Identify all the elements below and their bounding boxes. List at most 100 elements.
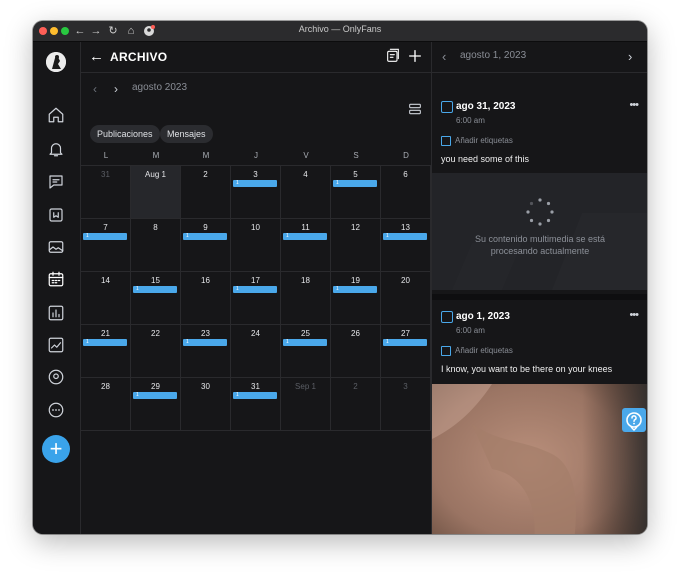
- calendar-day-cell[interactable]: 16: [181, 272, 231, 325]
- scheduled-post-bar[interactable]: 1: [283, 233, 327, 240]
- calendar-day-cell[interactable]: 13 1: [381, 219, 431, 272]
- back-arrow-icon[interactable]: ←: [89, 48, 104, 65]
- calendar-day-cell[interactable]: 31 1: [231, 378, 281, 431]
- scheduled-post-bar[interactable]: 1: [133, 286, 177, 293]
- filter-chip-messages[interactable]: Mensajes: [160, 125, 213, 143]
- scheduled-post-bar[interactable]: 1: [333, 180, 377, 187]
- day-number: 3: [253, 170, 258, 179]
- calendar-day-cell[interactable]: 10: [231, 219, 281, 272]
- calendar-day-cell[interactable]: 14: [81, 272, 131, 325]
- message-icon[interactable]: [45, 171, 67, 193]
- image-icon[interactable]: [45, 236, 67, 258]
- user-circle-icon[interactable]: [45, 366, 67, 388]
- calendar-day-cell[interactable]: 2: [181, 166, 231, 219]
- bar-chart-icon[interactable]: [45, 302, 67, 324]
- post-more-icon[interactable]: •••: [629, 99, 639, 111]
- add-post-button[interactable]: +: [42, 435, 70, 463]
- add-icon[interactable]: [407, 48, 425, 66]
- divider: [432, 294, 647, 300]
- post-date[interactable]: ago 1, 2023: [456, 311, 510, 322]
- calendar-day-cell[interactable]: 23 1: [181, 325, 231, 378]
- calendar-day-cell[interactable]: 2: [331, 378, 381, 431]
- calendar-day-cell[interactable]: 51: [331, 166, 381, 219]
- prev-day-icon[interactable]: ‹: [442, 49, 446, 64]
- scheduled-post-bar[interactable]: 1: [183, 233, 227, 240]
- calendar-grid: 31 Aug 1 2 3 1 4 5 1 6 7 1 8 9 1 10 11 1 12 13 1 14 15 1 16 17 1 1…: [81, 165, 431, 431]
- add-tags-link[interactable]: Añadir etiquetas: [455, 136, 513, 145]
- weekday-label: J: [254, 151, 258, 160]
- day-number: 18: [301, 276, 310, 285]
- calendar-day-cell[interactable]: 12: [331, 219, 381, 272]
- calendar-day-cell[interactable]: 29 1: [131, 378, 181, 431]
- filter-chip-posts[interactable]: Publicaciones: [90, 125, 160, 143]
- scheduled-post-bar[interactable]: 1: [283, 339, 327, 346]
- calendar-day-cell[interactable]: 71: [81, 219, 131, 272]
- day-number: 31: [101, 170, 110, 179]
- calendar-day-cell[interactable]: Aug 1: [131, 166, 181, 219]
- calendar-day-cell[interactable]: 27 1: [381, 325, 431, 378]
- calendar-day-cell[interactable]: 31: [231, 166, 281, 219]
- day-number: 30: [201, 382, 210, 391]
- calendar-day-cell[interactable]: 19 1: [331, 272, 381, 325]
- more-icon[interactable]: [45, 399, 67, 421]
- prev-month-icon[interactable]: ‹: [93, 82, 97, 96]
- day-number: 17: [251, 276, 260, 285]
- post-date[interactable]: ago 31, 2023: [456, 101, 515, 112]
- day-number: 22: [151, 329, 160, 338]
- calendar-day-cell[interactable]: 11 1: [281, 219, 331, 272]
- day-number: 3: [403, 382, 408, 391]
- calendar-day-cell[interactable]: 21 1: [81, 325, 131, 378]
- calendar-day-cell[interactable]: 18: [281, 272, 331, 325]
- day-number: 21: [101, 329, 110, 338]
- weekday-label: L: [103, 151, 109, 160]
- calendar-day-cell[interactable]: 91: [181, 219, 231, 272]
- calendar-day-cell[interactable]: 6: [381, 166, 431, 219]
- day-number: 26: [351, 329, 360, 338]
- day-number: 27: [401, 329, 410, 338]
- trend-chart-icon[interactable]: [45, 334, 67, 356]
- calendar-day-cell[interactable]: 20: [381, 272, 431, 325]
- calendar-day-cell[interactable]: Sep 1: [281, 378, 331, 431]
- calendar-icon[interactable]: [45, 268, 67, 290]
- help-button[interactable]: [622, 408, 646, 432]
- scheduled-post-bar[interactable]: 1: [133, 392, 177, 399]
- scheduled-post-bar[interactable]: 1: [333, 286, 377, 293]
- day-number: 7: [103, 223, 108, 232]
- post-more-icon[interactable]: •••: [629, 309, 639, 321]
- calendar-day-cell[interactable]: 3: [381, 378, 431, 431]
- calendar-day-cell[interactable]: 15 1: [131, 272, 181, 325]
- calendar-day-cell[interactable]: 25 1: [281, 325, 331, 378]
- queue-list-icon[interactable]: [385, 48, 403, 66]
- scheduled-post-bar[interactable]: 1: [233, 392, 277, 399]
- scheduled-post-bar[interactable]: 1: [383, 339, 427, 346]
- calendar-day-cell[interactable]: 4: [281, 166, 331, 219]
- day-number: 4: [303, 170, 308, 179]
- calendar-day-cell[interactable]: 24: [231, 325, 281, 378]
- calendar-day-cell[interactable]: 17 1: [231, 272, 281, 325]
- calendar-day-cell[interactable]: 30: [181, 378, 231, 431]
- home-icon[interactable]: [45, 104, 67, 126]
- post-media-image[interactable]: [432, 384, 647, 534]
- window-title: Archivo — OnlyFans: [298, 24, 382, 34]
- calendar-day-cell[interactable]: 31: [81, 166, 131, 219]
- scheduled-post-bar[interactable]: 1: [83, 339, 127, 346]
- add-tags-link[interactable]: Añadir etiquetas: [455, 346, 513, 355]
- calendar-day-cell[interactable]: 8: [131, 219, 181, 272]
- calendar-day-cell[interactable]: 28: [81, 378, 131, 431]
- bell-icon[interactable]: [45, 138, 67, 160]
- scheduled-post-bar[interactable]: 1: [383, 233, 427, 240]
- calendar-view-icon[interactable]: [407, 101, 425, 119]
- post-time: 6:00 am: [456, 326, 485, 335]
- next-month-icon[interactable]: ›: [114, 82, 118, 96]
- scheduled-post-bar[interactable]: 1: [233, 286, 277, 293]
- title-bar: ← → ↻ ⌂ Archivo — OnlyFans: [33, 21, 647, 42]
- avatar[interactable]: [46, 52, 66, 72]
- bookmark-icon[interactable]: [45, 204, 67, 226]
- scheduled-post-bar[interactable]: 1: [233, 180, 277, 187]
- scheduled-post-bar[interactable]: 1: [183, 339, 227, 346]
- calendar-day-cell[interactable]: 22: [131, 325, 181, 378]
- next-day-icon[interactable]: ›: [628, 49, 632, 64]
- weekday-label: M: [202, 151, 210, 160]
- calendar-day-cell[interactable]: 26: [331, 325, 381, 378]
- scheduled-post-bar[interactable]: 1: [83, 233, 127, 240]
